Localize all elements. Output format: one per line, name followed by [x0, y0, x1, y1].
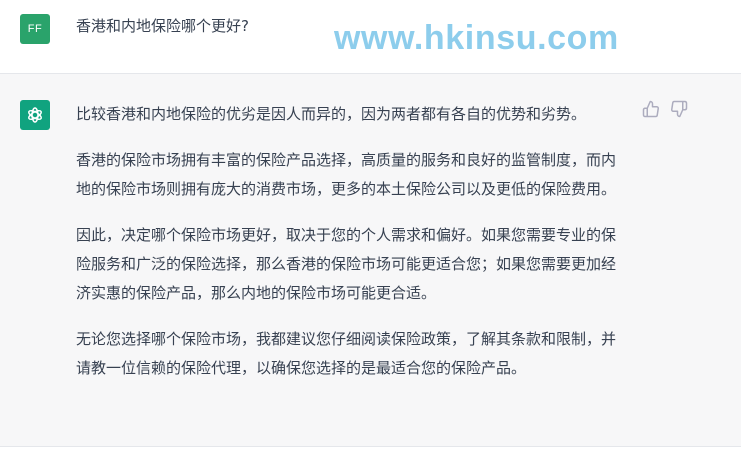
page-bottom — [0, 447, 741, 457]
answer-paragraph: 因此，决定哪个保险市场更好，取决于您的个人需求和偏好。如果您需要专业的保险服务和… — [76, 226, 617, 302]
thumbs-up-icon[interactable] — [642, 100, 660, 118]
watermark-text: www.hkinsu.com — [334, 19, 619, 57]
user-avatar: FF — [20, 14, 50, 44]
answer-paragraph: 无论您选择哪个保险市场，我都建议您仔细阅读保险政策，了解其条款和限制，并请教一位… — [76, 330, 617, 377]
thumbs-down-icon[interactable] — [670, 100, 688, 118]
openai-logo-icon — [28, 107, 42, 123]
user-message-row: FF 香港和内地保险哪个更好? www.hkinsu.com — [0, 0, 741, 74]
feedback-buttons — [642, 100, 692, 120]
assistant-message-row: 比较香港和内地保险的优劣是因人而异的，因为两者都有各自的优势和劣势。 香港的保险… — [0, 74, 741, 447]
answer-paragraph: 香港的保险市场拥有丰富的保险产品选择，高质量的服务和良好的监管制度，而内地的保险… — [76, 151, 617, 198]
chat-page: FF 香港和内地保险哪个更好? www.hkinsu.com 比较香港和内地保险… — [0, 0, 741, 457]
answer-paragraph: 比较香港和内地保险的优劣是因人而异的，因为两者都有各自的优势和劣势。 — [76, 105, 587, 123]
assistant-answer: 比较香港和内地保险的优劣是因人而异的，因为两者都有各自的优势和劣势。 香港的保险… — [76, 100, 624, 383]
user-message-text: 香港和内地保险哪个更好? — [76, 17, 249, 35]
assistant-avatar — [20, 100, 50, 130]
